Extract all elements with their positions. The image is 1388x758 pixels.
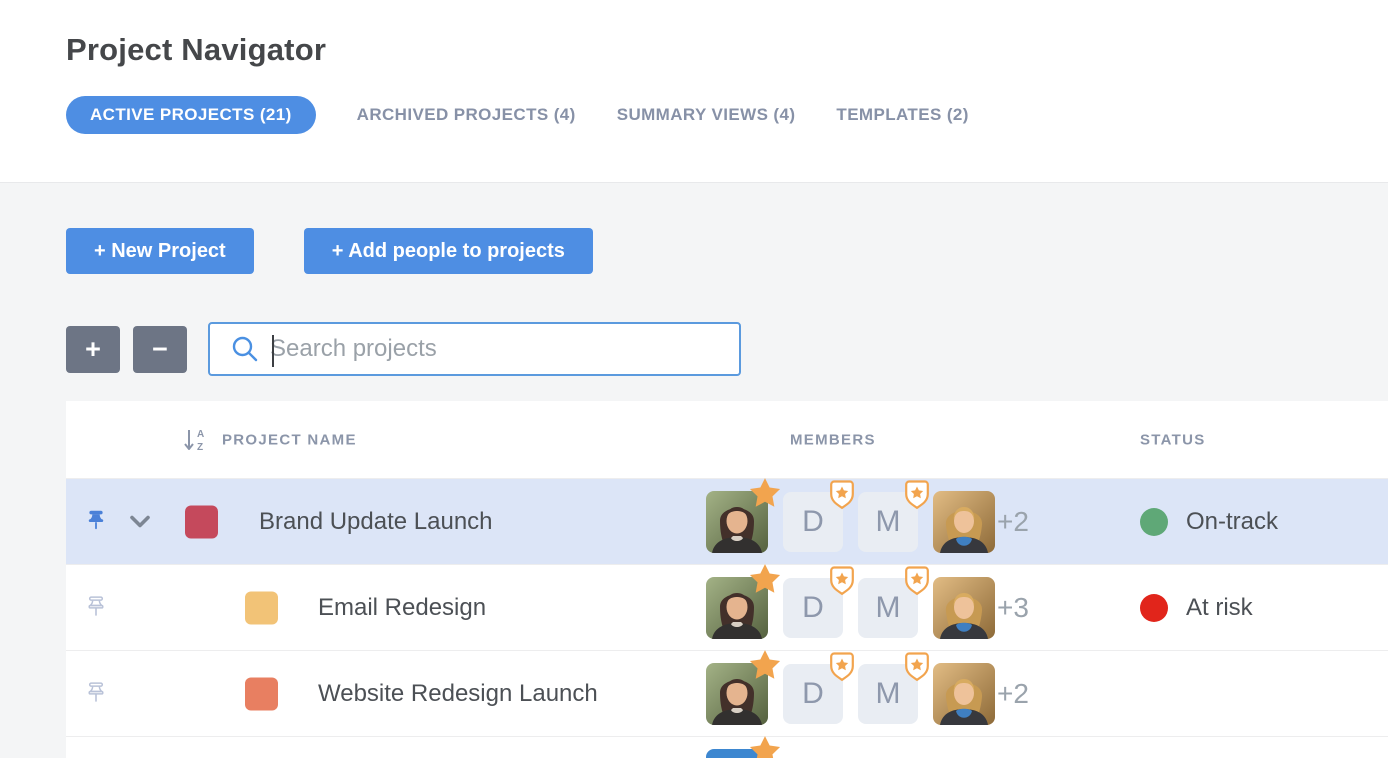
tab-archived-projects[interactable]: ARCHIVED PROJECTS (4): [357, 105, 576, 125]
member-avatar-photo[interactable]: [933, 577, 995, 639]
member-avatar-photo[interactable]: [706, 663, 768, 725]
table-row[interactable]: [66, 736, 1388, 758]
project-color-swatch: [245, 591, 278, 624]
toolbar: + New Project + Add people to projects: [66, 228, 1388, 274]
shield-star-icon: [904, 480, 930, 510]
chevron-down-icon[interactable]: [128, 513, 152, 531]
project-color-swatch: [245, 677, 278, 710]
search-icon: [230, 334, 260, 364]
members-cell: D M +2: [706, 663, 1029, 725]
search-box[interactable]: [208, 322, 741, 376]
status-label: On-track: [1186, 508, 1278, 536]
tab-bar: ACTIVE PROJECTS (21) ARCHIVED PROJECTS (…: [66, 96, 1388, 134]
member-initial-tile[interactable]: M: [858, 578, 918, 638]
projects-table: PROJECT NAME MEMBERS STATUS Brand Update…: [66, 401, 1388, 758]
shield-star-icon: [904, 566, 930, 596]
add-people-button[interactable]: + Add people to projects: [304, 228, 593, 274]
member-initial: M: [876, 591, 901, 625]
members-cell: D M +2: [706, 491, 1029, 553]
star-icon: [749, 563, 781, 595]
tab-summary-views[interactable]: SUMMARY VIEWS (4): [617, 105, 796, 125]
members-cell: D M +3: [706, 577, 1029, 639]
member-initial-tile[interactable]: D: [783, 664, 843, 724]
status-label: At risk: [1186, 594, 1253, 622]
member-initial-tile[interactable]: D: [783, 492, 843, 552]
project-name[interactable]: Email Redesign: [318, 594, 486, 622]
extra-members-count[interactable]: +2: [997, 506, 1029, 538]
pin-icon-outline[interactable]: [86, 682, 106, 706]
member-avatar-initials[interactable]: [706, 749, 768, 758]
shield-star-icon: [829, 566, 855, 596]
member-initial: D: [802, 505, 824, 539]
member-initial-tile[interactable]: M: [858, 492, 918, 552]
shield-star-icon: [904, 652, 930, 682]
table-row[interactable]: Brand Update Launch D M +2 On-track: [66, 478, 1388, 564]
project-name[interactable]: Website Redesign Launch: [318, 680, 598, 708]
member-avatar-photo[interactable]: [933, 663, 995, 725]
status-cell: On-track: [1140, 508, 1278, 536]
expand-all-button[interactable]: +: [66, 326, 120, 373]
member-avatar-photo[interactable]: [933, 491, 995, 553]
column-header-status: STATUS: [1140, 431, 1206, 448]
status-dot: [1140, 508, 1168, 536]
tab-active-projects[interactable]: ACTIVE PROJECTS (21): [66, 96, 316, 134]
collapse-all-button[interactable]: −: [133, 326, 187, 373]
star-icon: [749, 477, 781, 509]
star-icon: [749, 649, 781, 681]
shield-star-icon: [829, 652, 855, 682]
member-initial-tile[interactable]: M: [858, 664, 918, 724]
sort-az-icon[interactable]: [183, 427, 207, 453]
table-row[interactable]: Email Redesign D M +3 At risk: [66, 564, 1388, 650]
pin-icon-filled[interactable]: [86, 510, 106, 534]
project-color-swatch: [185, 505, 218, 538]
member-avatar-photo[interactable]: [706, 577, 768, 639]
member-initial: M: [876, 505, 901, 539]
search-input[interactable]: [270, 324, 739, 374]
extra-members-count[interactable]: +2: [997, 678, 1029, 710]
table-header-row: PROJECT NAME MEMBERS STATUS: [66, 401, 1388, 478]
page-title: Project Navigator: [66, 0, 1388, 68]
extra-members-count[interactable]: +3: [997, 592, 1029, 624]
new-project-button[interactable]: + New Project: [66, 228, 254, 274]
status-dot: [1140, 594, 1168, 622]
column-header-members: MEMBERS: [790, 431, 876, 448]
members-cell: [706, 749, 768, 758]
status-cell: At risk: [1140, 594, 1253, 622]
member-initial: D: [802, 677, 824, 711]
page-header: Project Navigator ACTIVE PROJECTS (21) A…: [0, 0, 1388, 183]
member-initial: M: [876, 677, 901, 711]
star-icon: [749, 735, 781, 758]
tab-templates[interactable]: TEMPLATES (2): [836, 105, 968, 125]
member-initial-tile[interactable]: D: [783, 578, 843, 638]
project-name[interactable]: Brand Update Launch: [259, 508, 493, 536]
column-header-project-name[interactable]: PROJECT NAME: [222, 431, 357, 448]
shield-star-icon: [829, 480, 855, 510]
member-avatar-photo[interactable]: [706, 491, 768, 553]
pin-icon-outline[interactable]: [86, 596, 106, 620]
text-caret: [272, 335, 274, 367]
controls-row: + −: [66, 322, 1388, 376]
table-row[interactable]: Website Redesign Launch D M +2: [66, 650, 1388, 736]
member-initial: D: [802, 591, 824, 625]
